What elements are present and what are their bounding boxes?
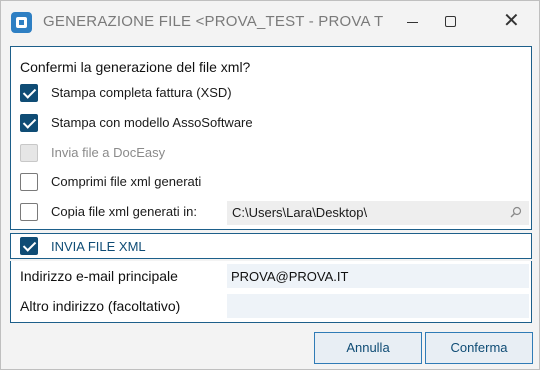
checkbox-invia-doceasy [20,144,38,162]
other-email-label: Altro indirizzo (facoltativo) [20,298,181,314]
checkbox-copia[interactable] [20,203,38,221]
maximize-button[interactable] [427,7,473,37]
checkbox-comprimi[interactable] [20,173,38,191]
send-panel: INVIA FILE XML [10,233,532,259]
title-bar[interactable]: GENERAZIONE FILE <PROVA_TEST - PROVA TE.… [1,1,539,43]
cancel-button[interactable]: Annulla [314,332,422,364]
checkbox-stampa-modello[interactable] [20,114,38,132]
search-icon[interactable] [509,205,523,219]
option-label: Stampa con modello AssoSoftware [51,115,253,130]
checkbox-invia-file-xml[interactable] [20,237,38,255]
close-button[interactable]: ✕ [491,7,537,37]
confirm-question: Confermi la generazione del file xml? [20,59,251,75]
copy-path-value: C:\Users\Lara\Desktop\ [232,205,368,220]
app-icon [11,12,32,33]
email-form: Indirizzo e-mail principale Altro indiri… [10,261,532,323]
option-label: Copia file xml generati in: [51,204,197,219]
checkbox-stampa-completa[interactable] [20,84,38,102]
options-panel: Confermi la generazione del file xml? St… [10,46,532,230]
primary-email-input[interactable] [227,264,529,288]
option-label: Stampa completa fattura (XSD) [51,85,232,100]
close-icon: ✕ [503,8,520,32]
send-label: INVIA FILE XML [51,239,146,254]
minimize-icon [407,22,418,23]
maximize-icon [445,16,456,27]
dialog-window: GENERAZIONE FILE <PROVA_TEST - PROVA TE.… [0,0,540,370]
primary-email-label: Indirizzo e-mail principale [20,268,178,284]
option-label: Invia file a DocEasy [51,145,166,160]
confirm-button[interactable]: Conferma [425,332,533,364]
option-label: Comprimi file xml generati [51,174,202,189]
copy-path-field[interactable]: C:\Users\Lara\Desktop\ [227,201,529,225]
window-title: GENERAZIONE FILE <PROVA_TEST - PROVA TE.… [43,13,383,30]
other-email-input[interactable] [227,294,529,318]
